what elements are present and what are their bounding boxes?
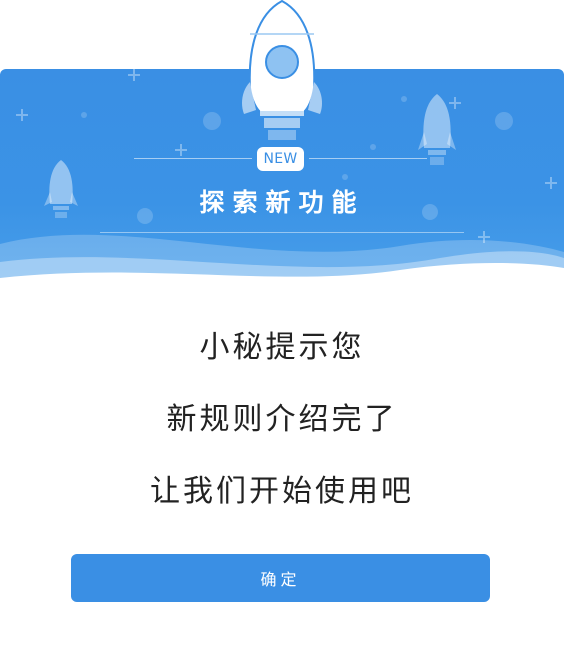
message-line-2: 新规则介绍完了 [166, 402, 398, 437]
message-line-1: 小秘提示您 [199, 330, 365, 365]
new-badge: NEW [257, 147, 304, 171]
banner-wave [0, 234, 564, 294]
divider [100, 232, 464, 233]
message-line-3: 让我们开始使用吧 [150, 474, 414, 509]
divider [309, 158, 427, 159]
rocket-icon [418, 94, 456, 165]
dialog-title: 探索新功能 [199, 188, 365, 217]
rocket-icon [242, 0, 322, 140]
divider [134, 158, 252, 159]
confirm-button[interactable]: 确定 [71, 554, 490, 602]
